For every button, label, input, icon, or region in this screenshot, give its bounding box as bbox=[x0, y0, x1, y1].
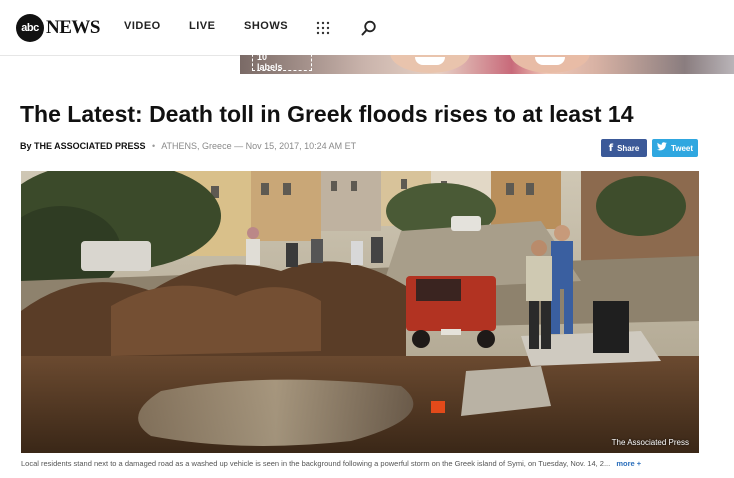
search-icon[interactable] bbox=[361, 20, 377, 36]
news-logo-word: NEWS bbox=[46, 17, 100, 38]
facebook-share-button[interactable]: f Share bbox=[601, 139, 647, 157]
caption-more-link[interactable]: more + bbox=[616, 459, 641, 468]
grid-icon[interactable] bbox=[316, 21, 330, 35]
twitter-icon bbox=[656, 142, 667, 154]
byline-author[interactable]: By THE ASSOCIATED PRESS bbox=[20, 141, 146, 151]
byline-separator: • bbox=[152, 141, 156, 151]
lead-photo[interactable]: The Associated Press bbox=[21, 171, 699, 453]
abc-news-logo[interactable]: abc NEWS bbox=[16, 14, 100, 42]
nav-item-video[interactable]: VIDEO bbox=[124, 20, 161, 32]
photo-credit: The Associated Press bbox=[611, 438, 689, 447]
facebook-share-label: Share bbox=[617, 143, 640, 153]
twitter-tweet-label: Tweet bbox=[670, 143, 694, 153]
byline-dateline: ATHENS, Greece — Nov 15, 2017, 10:24 AM … bbox=[161, 141, 357, 151]
flood-scene-image bbox=[21, 171, 699, 453]
article-headline: The Latest: Death toll in Greek floods r… bbox=[20, 101, 634, 127]
facebook-icon: f bbox=[608, 142, 614, 154]
photo-caption: Local residents stand next to a damaged … bbox=[21, 459, 711, 468]
nav-item-shows[interactable]: SHOWS bbox=[244, 20, 288, 32]
twitter-share-button[interactable]: Tweet bbox=[652, 139, 698, 157]
nav-item-live[interactable]: LIVE bbox=[189, 20, 215, 32]
banner-image-smile bbox=[535, 57, 565, 65]
abc-logo-mark: abc bbox=[16, 14, 44, 42]
ad-banner[interactable]: 10 labels bbox=[240, 55, 734, 74]
article-byline: By THE ASSOCIATED PRESS • ATHENS, Greece… bbox=[20, 141, 356, 151]
top-navigation: abc NEWS VIDEO LIVE SHOWS bbox=[0, 0, 734, 56]
banner-image-smile bbox=[415, 57, 445, 65]
caption-text: Local residents stand next to a damaged … bbox=[21, 459, 611, 468]
banner-badge: 10 labels bbox=[252, 55, 312, 72]
